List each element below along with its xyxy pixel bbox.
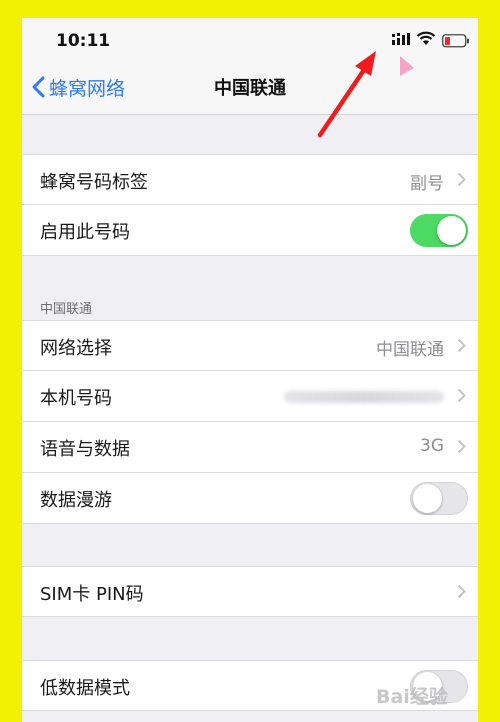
- row-voice-data-value: 3G: [420, 436, 444, 456]
- row-number-label-text: 蜂窝号码标签: [40, 172, 148, 193]
- row-number-label-value: 副号: [410, 174, 444, 194]
- row-sim-pin-text: SIM卡 PIN码: [40, 584, 144, 605]
- row-enable-line-text: 启用此号码: [40, 222, 130, 243]
- chevron-right-icon: [457, 388, 466, 403]
- row-voice-data[interactable]: 语音与数据 3G: [22, 422, 478, 473]
- row-voice-data-text: 语音与数据: [40, 439, 130, 460]
- row-number-label[interactable]: 蜂窝号码标签 副号: [22, 154, 478, 205]
- row-enable-line: 启用此号码: [22, 205, 478, 256]
- chevron-right-icon: [457, 439, 466, 454]
- row-low-data-mode-text: 低数据模式: [40, 678, 130, 699]
- chevron-right-icon: [457, 338, 466, 353]
- watermark-logo: Bai经验: [376, 686, 448, 708]
- row-data-roaming: 数据漫游: [22, 473, 478, 524]
- row-my-number[interactable]: 本机号码: [22, 371, 478, 422]
- row-network-selection-value: 中国联通: [376, 340, 444, 360]
- row-data-roaming-text: 数据漫游: [40, 490, 112, 511]
- phone-screen: 10:11 蜂窝网络 中国联通 蜂窝号码标签 副号 启用此号码 中国联通 网络选…: [22, 18, 478, 722]
- annotation-arrow-icon: [317, 51, 414, 138]
- data-roaming-toggle[interactable]: [410, 482, 468, 515]
- chevron-right-icon: [457, 172, 466, 187]
- row-network-selection-text: 网络选择: [40, 338, 112, 359]
- row-my-number-text: 本机号码: [40, 388, 112, 409]
- blurred-phone-number: [284, 391, 444, 403]
- row-sim-pin[interactable]: SIM卡 PIN码: [22, 566, 478, 617]
- chevron-right-icon: [457, 584, 466, 599]
- section-header-carrier: 中国联通: [40, 302, 93, 317]
- row-network-selection[interactable]: 网络选择 中国联通: [22, 320, 478, 371]
- enable-line-toggle[interactable]: [410, 214, 468, 247]
